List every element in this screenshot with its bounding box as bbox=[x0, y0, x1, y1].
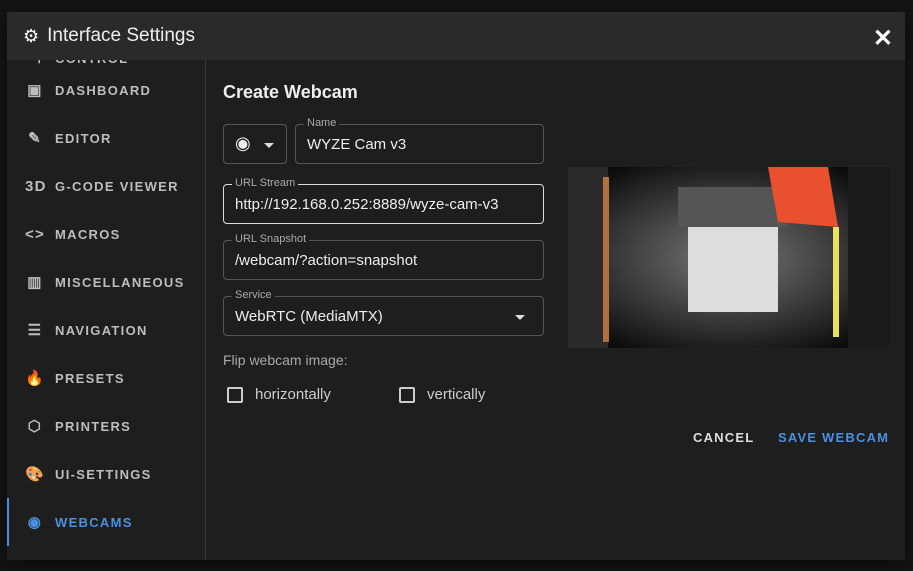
sidebar-item-printers[interactable]: ⬡ PRINTERS bbox=[7, 402, 205, 450]
flip-horizontal-label: horizontally bbox=[255, 386, 331, 403]
sidebar-item-miscellaneous[interactable]: ▥ MISCELLANEOUS bbox=[7, 258, 205, 306]
checkbox-icon bbox=[399, 386, 415, 403]
menu-icon: ☰ bbox=[27, 322, 43, 339]
sidebar-item-webcams[interactable]: ◉ WEBCAMS bbox=[7, 498, 205, 546]
printer-3d-icon: ⬡ bbox=[27, 418, 43, 435]
panel-title: Create Webcam bbox=[223, 82, 358, 102]
service-label: Service bbox=[232, 289, 275, 301]
code-tags-icon: <> bbox=[25, 225, 46, 243]
palette-icon: 🎨 bbox=[25, 466, 45, 483]
sidebar-item-label: PRESETS bbox=[55, 370, 125, 386]
chevron-down-icon bbox=[515, 315, 525, 320]
monitor-dashboard-icon: ▣ bbox=[27, 82, 43, 99]
service-value: WebRTC (MediaMTX) bbox=[235, 308, 383, 325]
fire-icon: 🔥 bbox=[25, 370, 45, 387]
webcam-icon: ◉ bbox=[27, 514, 43, 531]
url-stream-label: URL Stream bbox=[232, 177, 299, 189]
sidebar-item-macros[interactable]: <> MACROS bbox=[7, 210, 205, 258]
3d-icon: 3D bbox=[25, 177, 47, 195]
settings-sidebar: ⊣CONTROL▣DASHBOARD✎EDITOR3DG-CODE VIEWER… bbox=[7, 50, 206, 560]
sidebar-item-ui-settings[interactable]: 🎨 UI-SETTINGS bbox=[7, 450, 205, 498]
sidebar-item-label: DASHBOARD bbox=[55, 82, 152, 98]
sidebar-item-presets[interactable]: 🔥 PRESETS bbox=[7, 354, 205, 402]
webcam-icon: ◉ bbox=[235, 133, 251, 153]
file-edit-icon: ✎ bbox=[28, 130, 42, 147]
flip-vertical-label: vertically bbox=[427, 386, 486, 403]
save-webcam-button[interactable]: SAVE WEBCAM bbox=[778, 430, 889, 445]
url-stream-value: http://192.168.0.252:8889/wyze-cam-v3 bbox=[235, 196, 499, 213]
service-select[interactable]: Service WebRTC (MediaMTX) bbox=[223, 289, 544, 336]
create-webcam-panel: Create Webcam ◉ Name WYZE Cam v3 URL Str… bbox=[207, 60, 905, 560]
sidebar-item-g-code viewer[interactable]: 3D G-CODE VIEWER bbox=[7, 162, 205, 210]
icon-select[interactable]: ◉ bbox=[223, 124, 287, 164]
sidebar-item-label: UI-SETTINGS bbox=[55, 466, 152, 482]
url-snapshot-value: /webcam/?action=snapshot bbox=[235, 252, 418, 269]
close-icon[interactable]: ✕ bbox=[873, 24, 893, 53]
sidebar-item-label: NAVIGATION bbox=[55, 322, 148, 338]
name-label: Name bbox=[304, 117, 340, 129]
url-snapshot-label: URL Snapshot bbox=[232, 233, 310, 245]
miscellaneous-icon: ▥ bbox=[27, 274, 43, 291]
sidebar-item-label: EDITOR bbox=[55, 130, 112, 146]
name-value: WYZE Cam v3 bbox=[307, 136, 407, 153]
sidebar-item-label: MISCELLANEOUS bbox=[55, 274, 185, 290]
flip-vertical-checkbox[interactable]: vertically bbox=[399, 386, 485, 403]
sidebar-item-label: PRINTERS bbox=[55, 418, 132, 434]
sidebar-item-editor[interactable]: ✎ EDITOR bbox=[7, 114, 205, 162]
webcam-preview bbox=[568, 167, 890, 348]
name-field[interactable]: Name WYZE Cam v3 bbox=[295, 117, 544, 164]
dialog-header: ⚙ Interface Settings ✕ bbox=[7, 12, 905, 60]
chevron-down-icon bbox=[264, 143, 274, 148]
cogs-icon: ⚙ bbox=[23, 25, 40, 46]
checkbox-icon bbox=[227, 386, 243, 403]
interface-settings-dialog: ⚙ Interface Settings ✕ ⊣CONTROL▣DASHBOAR… bbox=[7, 12, 905, 560]
sidebar-item-label: G-CODE VIEWER bbox=[55, 178, 179, 194]
url-snapshot-field[interactable]: URL Snapshot /webcam/?action=snapshot bbox=[223, 233, 544, 280]
sidebar-item-label: WEBCAMS bbox=[55, 514, 133, 530]
dialog-title: Interface Settings bbox=[47, 25, 196, 46]
sidebar-item-navigation[interactable]: ☰ NAVIGATION bbox=[7, 306, 205, 354]
flip-horizontal-checkbox[interactable]: horizontally bbox=[227, 386, 331, 403]
sidebar-item-dashboard[interactable]: ▣ DASHBOARD bbox=[7, 66, 205, 114]
cancel-button[interactable]: CANCEL bbox=[693, 430, 754, 445]
flip-label: Flip webcam image: bbox=[223, 352, 348, 368]
sidebar-item-label: MACROS bbox=[55, 226, 121, 242]
url-stream-field[interactable]: URL Stream http://192.168.0.252:8889/wyz… bbox=[223, 177, 544, 224]
